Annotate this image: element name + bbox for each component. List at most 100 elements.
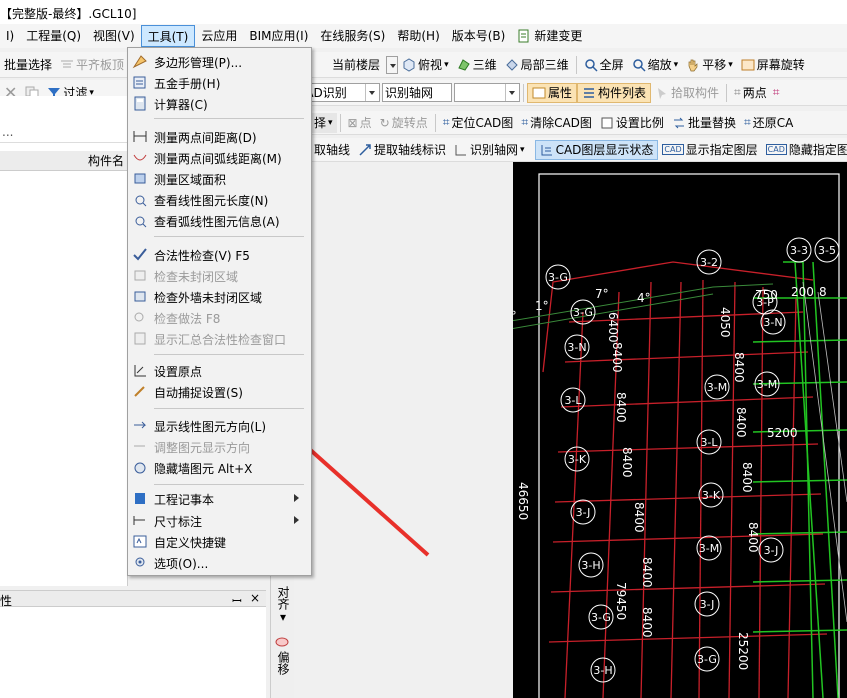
hide-layer-button[interactable]: CAD 隐藏指定图 [762, 140, 847, 160]
method-icon [134, 312, 144, 322]
offset-tool[interactable]: 偏移 [275, 634, 291, 675]
direction-icon [134, 421, 147, 429]
menu-tools[interactable]: 工具(T) [140, 25, 196, 47]
floor-dropdown[interactable] [386, 55, 399, 74]
menu-item-check-wall-unclosed[interactable]: 检查外墙未封闭区域 [128, 286, 311, 307]
menu-item-measure-distance[interactable]: 测量两点间距离(D) [128, 126, 311, 147]
partial-3d-button[interactable]: 局部三维 [501, 55, 573, 75]
rotate-point-button[interactable]: ↻ 旋转点 [376, 113, 432, 133]
show-layer-button[interactable]: CAD 显示指定图层 [658, 140, 761, 160]
component-list-button[interactable]: 构件列表 [576, 82, 651, 103]
menu-view[interactable]: 视图(V) [87, 25, 141, 47]
menu-item-options[interactable]: 选项(O)... [128, 552, 311, 573]
snap-icon [134, 386, 145, 397]
screen-rotate-button[interactable]: 屏幕旋转 [737, 55, 809, 75]
menu-item-custom-shortcut[interactable]: 自定义快捷键 [128, 531, 311, 552]
menu-item-hide-wall[interactable]: 隐藏墙图元 Alt+X [128, 457, 311, 478]
extract-axis-button[interactable]: 取轴线 [310, 140, 354, 160]
axis-bubble: 3-G [588, 604, 614, 630]
menu-item-measure-arc[interactable]: 测量两点间弧线距离(M) [128, 147, 311, 168]
top-view-button[interactable]: 俯视 ▾ [398, 55, 453, 75]
menu-item-handbook[interactable]: 五金手册(H) [128, 72, 311, 93]
calculator-icon [134, 96, 146, 111]
menu-item-label: 测量区域面积 [154, 173, 227, 187]
dimension-label: 79450 [614, 582, 628, 620]
two-points-button[interactable]: ⌗ 两点 ⌗ [730, 83, 784, 103]
menu-item-label: 调整图元显示方向 [154, 441, 251, 455]
menu-item-check-unclosed[interactable]: 检查未封闭区域 [128, 265, 311, 286]
menu-item-calculator[interactable]: 计算器(C) [128, 93, 311, 114]
menu-item-polygon-manage[interactable]: 多边形管理(P)... [128, 51, 311, 72]
menu-item-label: 检查未封闭区域 [154, 270, 239, 284]
menu-item-notebook[interactable]: 工程记事本 [128, 488, 311, 509]
component-select[interactable] [453, 83, 520, 102]
menu-new-change[interactable]: 新建变更 [511, 25, 588, 47]
menu-cloud[interactable]: 云应用 [195, 25, 243, 47]
full-screen-button[interactable]: 全屏 [580, 55, 628, 75]
clear-cad-button[interactable]: ⌗ 清除CAD图 [517, 113, 596, 133]
restore-cad-label: 还原CA [752, 116, 794, 130]
align-tool[interactable]: 对齐▾ [276, 586, 290, 624]
menu-item-set-origin[interactable]: 设置原点 [128, 360, 311, 381]
panel-search[interactable]: ... [0, 125, 128, 143]
toolbar-separator [434, 113, 436, 132]
menu-bar: I) 工程量(Q) 视图(V) 工具(T) 云应用 BIM应用(I) 在线服务(… [0, 24, 847, 48]
summary-icon [134, 332, 146, 345]
menu-item-dimension[interactable]: 尺寸标注 [128, 510, 311, 531]
restore-cad-button[interactable]: ⌗ 还原CA [740, 113, 797, 133]
axis-bubble: 3-M [696, 535, 722, 561]
menu-item-adjust-direction[interactable]: 调整图元显示方向 [128, 436, 311, 457]
menu-item-auto-snap[interactable]: 自动捕捉设置(S) [128, 381, 311, 402]
pan-button[interactable]: 平移 ▾ [682, 55, 737, 75]
three-d-button[interactable]: 三维 [453, 55, 501, 75]
identify-axis-select[interactable]: 识别轴网 [381, 83, 452, 102]
menu-item-summary-window[interactable]: 显示汇总合法性检查窗口 [128, 328, 311, 349]
select-button[interactable]: 择 ▾ [310, 112, 337, 133]
identify-axis-value: 识别轴网 [384, 86, 433, 100]
menu-partial[interactable]: I) [0, 25, 20, 47]
batch-replace-button[interactable]: 批量替换 [668, 113, 740, 133]
menu-item-show-direction[interactable]: 显示线性图元方向(L) [128, 415, 311, 436]
menu-quantity[interactable]: 工程量(Q) [20, 25, 87, 47]
pick-component-label: 拾取构件 [670, 86, 719, 100]
locate-icon: ⌗ [442, 115, 450, 129]
menu-item-line-length[interactable]: 查看线性图元长度(N) [128, 189, 311, 210]
cad-canvas[interactable]: 3-G 3-2 3-3 3-5 3-N 3-P 3-M 3-L 3-K 3-J 3-H 3-G 3-G 3… [492, 162, 847, 698]
menu-item-measure-area[interactable]: 测量区域面积 [128, 168, 311, 189]
extract-axis-label-button[interactable]: 提取轴线标识 [354, 140, 450, 160]
menu-bim[interactable]: BIM应用(I) [243, 25, 314, 47]
set-scale-button[interactable]: 设置比例 [596, 113, 668, 133]
svg-text:3-G: 3-G [573, 306, 593, 319]
arc-info-icon [135, 216, 147, 228]
panel-header: 构件名 [0, 151, 128, 171]
flat-board-top-button[interactable]: 平齐板顶 [56, 55, 128, 75]
menu-item-arc-info[interactable]: 查看弧线性图元信息(A) [128, 210, 311, 231]
options-icon [135, 557, 145, 567]
identify-axis-net-button[interactable]: 识别轴网 ▾ [450, 140, 529, 160]
partial-3d-icon [505, 58, 518, 71]
zoom-button[interactable]: 缩放 ▾ [628, 55, 683, 75]
svg-text:3-J: 3-J [764, 544, 779, 557]
axis-bubble: 3-H [590, 657, 616, 683]
menu-help[interactable]: 帮助(H) [391, 25, 445, 47]
identify-axis-net-label: 识别轴网 [470, 143, 519, 157]
zoom-label: 缩放 [647, 58, 672, 72]
menu-item-check-method[interactable]: 检查做法 F8 [128, 307, 311, 328]
menu-item-label: 自动捕捉设置(S) [154, 386, 243, 400]
pick-component-button[interactable]: 拾取构件 [651, 83, 723, 103]
close-icon[interactable]: × [250, 591, 260, 605]
cad-layer-status-button[interactable]: CAD图层显示状态 [534, 139, 659, 160]
side-strip: 对齐▾ 偏移 [270, 576, 294, 698]
locate-cad-button[interactable]: ⌗ 定位CAD图 [439, 113, 518, 133]
batch-select-button[interactable]: 批量选择 [0, 55, 56, 75]
dimension-label: 8 [819, 285, 827, 299]
current-floor-button[interactable]: 当前楼层 [328, 55, 384, 75]
menu-online[interactable]: 在线服务(S) [314, 25, 391, 47]
extract-axis-label: 取轴线 [314, 143, 351, 157]
menu-version[interactable]: 版本号(B) [446, 25, 512, 47]
point-button[interactable]: ⊠ 点 [344, 113, 376, 133]
menu-item-validity-check[interactable]: 合法性检查(V) F5 [128, 244, 311, 265]
set-scale-label: 设置比例 [615, 116, 664, 130]
properties-button[interactable]: 属性 [526, 82, 577, 103]
pin-icon[interactable]: ꟷ [232, 592, 242, 609]
